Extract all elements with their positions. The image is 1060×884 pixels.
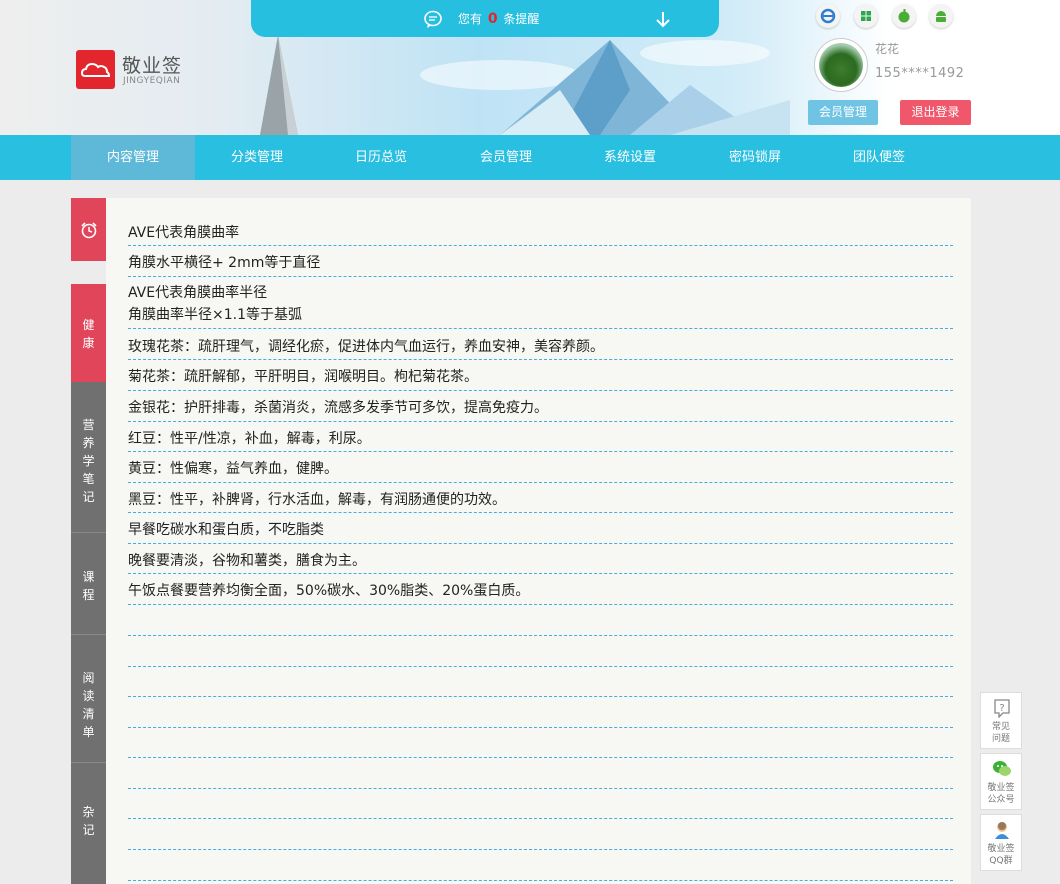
android-icon[interactable]: [929, 4, 953, 28]
note-text: 黄豆：性偏寒，益气养血，健脾。: [128, 461, 338, 477]
logo[interactable]: 敬业签 JINGYEQIAN: [76, 50, 186, 90]
faq-button[interactable]: ? 常见 问题: [980, 692, 1022, 749]
logo-title: 敬业签: [122, 55, 183, 77]
qq-group-button[interactable]: 敬业签 QQ群: [980, 814, 1022, 871]
tab-course-label: 课程: [71, 568, 106, 604]
reminder-bar[interactable]: 您有 0 条提醒: [251, 0, 719, 37]
tab-health-label: 健康: [71, 316, 106, 352]
note-row[interactable]: 菊花茶：疏肝解郁，平肝明目，润喉明目。枸杞菊花茶。: [128, 366, 953, 391]
nav-system-settings[interactable]: 系统设置: [568, 135, 692, 180]
question-icon: ?: [992, 698, 1012, 722]
logout-button[interactable]: 退出登录: [900, 100, 971, 125]
wechat-label-1: 敬业签: [987, 783, 1015, 793]
note-row[interactable]: AVE代表角膜曲率: [128, 222, 953, 246]
note-text: 早餐吃碳水和蛋白质，不吃脂类: [128, 522, 324, 538]
note-text: 角膜曲率半径×1.1等于基弧: [128, 307, 302, 323]
note-row[interactable]: 晚餐要清淡，谷物和薯类，膳食为主。: [128, 550, 953, 574]
nav-member-management[interactable]: 会员管理: [444, 135, 568, 180]
note-text: AVE代表角膜曲率: [128, 225, 240, 241]
nav-team-notes[interactable]: 团队便签: [817, 135, 941, 180]
qq-label-2: QQ群: [989, 856, 1013, 866]
tab-label: 阅读清单: [82, 671, 95, 739]
note-text: AVE代表角膜曲率半径: [128, 285, 268, 301]
wechat-icon: [992, 759, 1012, 783]
note-text: 角膜水平横径+ 2mm等于直径: [128, 255, 321, 271]
avatar[interactable]: [814, 38, 868, 92]
username: 花花: [875, 42, 900, 56]
qq-icon: [992, 820, 1012, 844]
note-row[interactable]: 午饭点餐要营养均衡全面，50%碳水、30%脂类、20%蛋白质。: [128, 580, 953, 605]
tab-reading-list[interactable]: 阅读清单: [71, 634, 106, 762]
reminder-prefix: 您有: [458, 12, 483, 26]
cloud-logo-icon: [76, 50, 115, 89]
note-row[interactable]: 黑豆：性平，补脾肾，行水活血，解毒，有润肠通便的功效。: [128, 489, 953, 513]
note-text: 午饭点餐要营养均衡全面，50%碳水、30%脂类、20%蛋白质。: [128, 583, 530, 599]
svg-text:?: ?: [999, 703, 1004, 714]
note-text: 黑豆：性平，补脾肾，行水活血，解毒，有润肠通便的功效。: [128, 492, 506, 508]
reminder-suffix: 条提醒: [503, 12, 540, 26]
note-row[interactable]: 红豆：性平/性凉，补血，解毒，利尿。: [128, 428, 953, 452]
empty-line[interactable]: [128, 703, 953, 728]
empty-line[interactable]: [128, 642, 953, 667]
apple-icon[interactable]: [892, 4, 916, 28]
note-text: 菊花茶：疏肝解郁，平肝明目，润喉明目。枸杞菊花茶。: [128, 369, 478, 385]
header-mountains: [260, 35, 790, 135]
note-text: 玫瑰花茶：疏肝理气，调经化瘀，促进体内气血运行，养血安神，美容养颜。: [128, 339, 604, 355]
tab-label: 杂记: [82, 805, 95, 837]
member-management-button[interactable]: 会员管理: [808, 100, 878, 125]
ie-icon[interactable]: [816, 4, 840, 28]
tab-misc[interactable]: 杂记: [71, 762, 106, 884]
note-text: 金银花：护肝排毒，杀菌消炎，流感多发季节可多饮，提高免疫力。: [128, 400, 548, 416]
reminder-text: 您有 0 条提醒: [458, 10, 539, 27]
empty-line[interactable]: [128, 825, 953, 850]
empty-line[interactable]: [128, 795, 953, 819]
note-row[interactable]: 早餐吃碳水和蛋白质，不吃脂类: [128, 519, 953, 544]
note-row[interactable]: AVE代表角膜曲率半径 角膜曲率半径×1.1等于基弧: [128, 282, 953, 329]
windows-icon[interactable]: [854, 4, 878, 28]
nav-calendar-overview[interactable]: 日历总览: [319, 135, 443, 180]
tab-reading-label: 阅读清单: [71, 669, 106, 741]
empty-line[interactable]: [128, 611, 953, 636]
tab-nutrition-label: 营养学笔记: [71, 416, 106, 506]
empty-line[interactable]: [128, 764, 953, 789]
tab-label: 营养学笔记: [82, 418, 95, 504]
tab-health[interactable]: 健康: [71, 284, 106, 382]
alarm-tab[interactable]: [71, 198, 106, 261]
wechat-account-button[interactable]: 敬业签 公众号: [980, 753, 1022, 810]
main-nav: 内容管理 分类管理 日历总览 会员管理 系统设置 密码锁屏 团队便签: [0, 135, 1060, 180]
note-row[interactable]: 角膜水平横径+ 2mm等于直径: [128, 252, 953, 277]
nav-password-lock[interactable]: 密码锁屏: [693, 135, 817, 180]
note-row[interactable]: 玫瑰花茶：疏肝理气，调经化瘀，促进体内气血运行，养血安神，美容养颜。: [128, 336, 953, 360]
faq-label-2: 问题: [991, 734, 1010, 744]
qq-label-1: 敬业签: [987, 844, 1015, 854]
tab-misc-label: 杂记: [71, 803, 106, 839]
note-row[interactable]: 黄豆：性偏寒，益气养血，健脾。: [128, 458, 953, 483]
empty-line[interactable]: [128, 734, 953, 758]
arrow-down-icon[interactable]: [654, 10, 672, 31]
empty-line[interactable]: [128, 856, 953, 881]
alarm-clock-icon: [79, 220, 99, 243]
faq-label-1: 常见: [991, 722, 1010, 732]
notes-panel: AVE代表角膜曲率 角膜水平横径+ 2mm等于直径 AVE代表角膜曲率半径 角膜…: [106, 198, 971, 884]
empty-line[interactable]: [128, 673, 953, 697]
chat-bubble-icon: [423, 9, 443, 32]
nav-content-management[interactable]: 内容管理: [71, 135, 195, 180]
tab-label: 课程: [82, 570, 95, 602]
tab-course[interactable]: 课程: [71, 532, 106, 634]
logo-subtitle: JINGYEQIAN: [123, 76, 181, 86]
tab-label: 健康: [82, 318, 95, 350]
tab-nutrition-notes[interactable]: 营养学笔记: [71, 382, 106, 532]
user-phone: 155****1492: [875, 66, 965, 81]
note-row[interactable]: 金银花：护肝排毒，杀菌消炎，流感多发季节可多饮，提高免疫力。: [128, 397, 953, 422]
nav-category-management[interactable]: 分类管理: [195, 135, 319, 180]
reminder-count: 0: [487, 11, 498, 27]
note-text: 红豆：性平/性凉，补血，解毒，利尿。: [128, 431, 371, 447]
wechat-label-2: 公众号: [987, 795, 1015, 805]
note-text: 晚餐要清淡，谷物和薯类，膳食为主。: [128, 553, 366, 569]
